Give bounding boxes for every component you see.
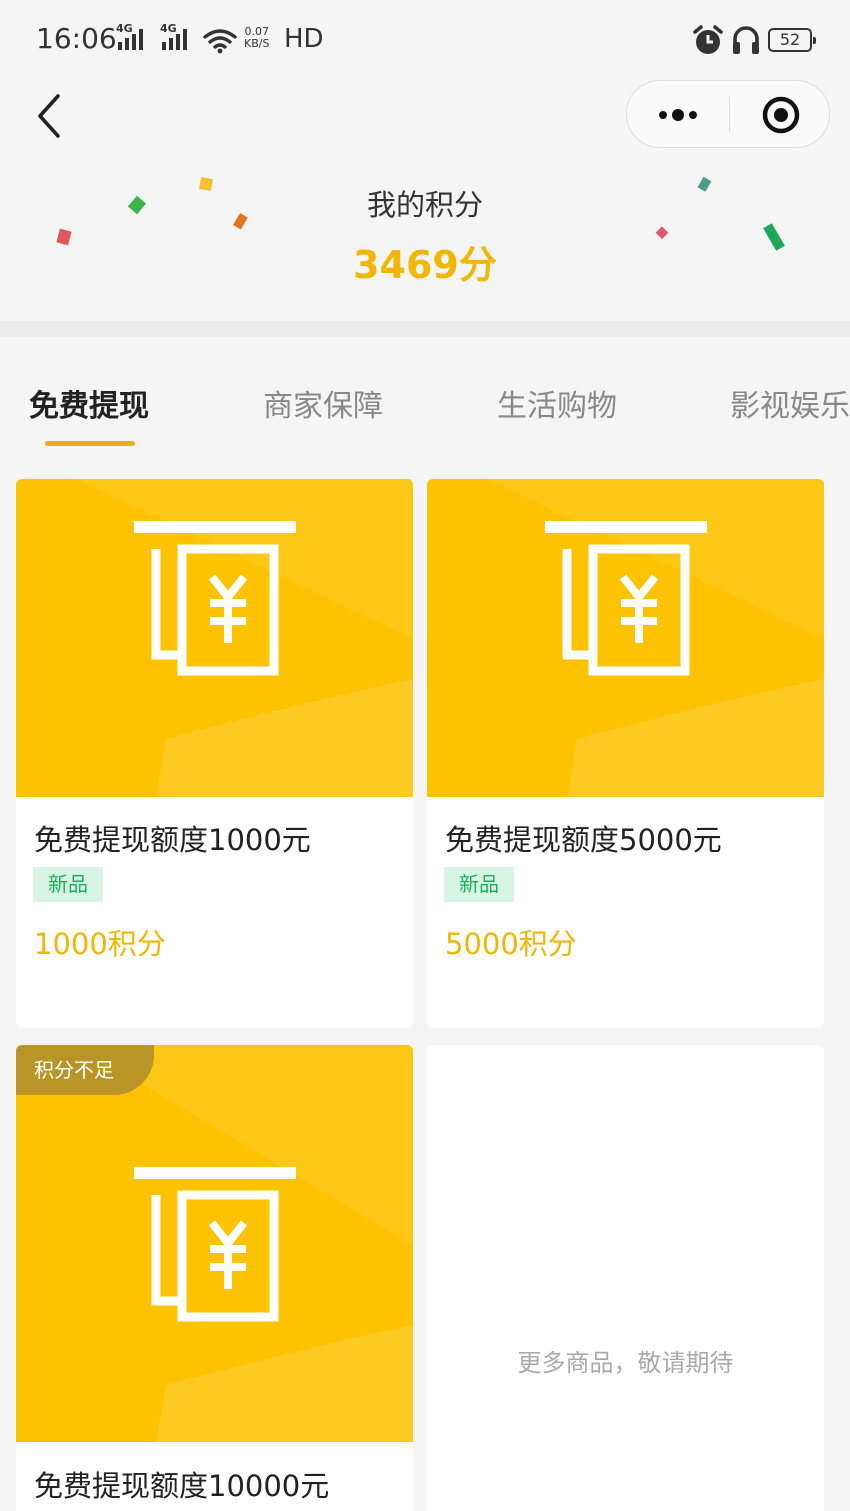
product-title: 免费提现额度5000元 [445,823,722,857]
points-header: 我的积分 3469分 [0,160,850,320]
product-image [427,479,824,797]
mini-program-capsule [626,80,830,148]
section-separator [0,321,850,337]
status-time: 16:06 [36,22,117,55]
target-icon [762,96,800,134]
more-button[interactable] [655,101,701,129]
signal-icon: 4G [116,22,143,50]
more-icon [659,109,697,121]
tab-merchant-guarantee[interactable]: 商家保障 [263,381,383,425]
tab-film-entertainment[interactable]: 影视娱乐 [730,381,850,425]
signal-icon-2: 4G [160,22,187,50]
battery-indicator: 52 [768,28,816,52]
product-price: 1000积分 [34,927,166,961]
category-tabs: 免费提现 商家保障 生活购物 影视娱乐 [0,337,850,463]
confetti-decoration [56,176,785,251]
atm-yuan-icon [427,479,824,797]
insufficient-points-tag: 积分不足 [16,1045,154,1095]
more-coming-card: 更多商品，敬请期待 [427,1045,824,1511]
more-coming-text: 更多商品，敬请期待 [517,1349,734,1377]
product-card[interactable]: 免费提现额度1000元 新品 1000积分 [16,479,413,1028]
new-badge: 新品 [444,867,514,902]
atm-yuan-icon [16,1045,413,1442]
alarm-icon [693,25,723,54]
product-card[interactable]: 积分不足 免费提现额度10000元 [16,1045,413,1511]
back-button[interactable] [30,92,70,140]
new-badge: 新品 [33,867,103,902]
product-title: 免费提现额度1000元 [34,823,311,857]
atm-yuan-icon [16,479,413,797]
tab-life-shopping[interactable]: 生活购物 [497,381,617,425]
close-mini-program-button[interactable] [761,95,801,135]
capsule-divider [729,97,730,133]
product-image [16,1045,413,1442]
product-title: 免费提现额度10000元 [34,1469,330,1503]
net-speed: 0.07 KB/S [244,25,270,50]
product-image [16,479,413,797]
tab-free-withdrawal[interactable]: 免费提现 [29,381,149,425]
hd-indicator: HD [284,24,324,54]
wifi-icon [203,29,237,54]
status-bar: 16:06 4G 4G 0.07 KB/S HD 52 [0,0,850,80]
product-card[interactable]: 免费提现额度5000元 新品 5000积分 [427,479,824,1028]
product-price: 5000积分 [445,927,577,961]
active-tab-indicator [45,441,135,446]
back-icon [38,94,60,138]
headphones-icon [733,26,759,54]
